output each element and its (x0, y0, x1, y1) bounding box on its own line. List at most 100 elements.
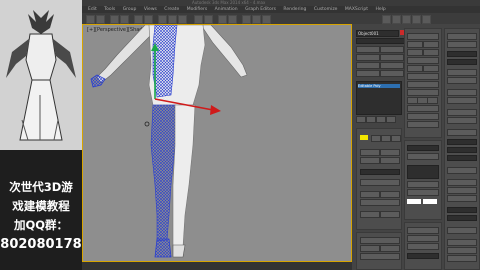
remove-modifier-icon[interactable] (386, 116, 396, 123)
character-mesh[interactable] (83, 25, 352, 262)
menu-item-views[interactable]: Views (144, 7, 157, 12)
paint-deform-button[interactable] (447, 179, 477, 186)
menu-item-graph-editors[interactable]: Graph Editors (245, 7, 276, 12)
hide-button[interactable] (447, 239, 477, 246)
push-value-field[interactable] (447, 207, 477, 213)
edge-mode-icon[interactable] (381, 135, 391, 142)
attach-geo-button[interactable] (407, 49, 423, 56)
method-button[interactable] (447, 129, 477, 136)
motion-tab-icon[interactable] (412, 15, 421, 24)
quickslice-button[interactable] (407, 65, 423, 72)
timeline-bar[interactable] (82, 262, 352, 270)
named-selections-button[interactable] (447, 255, 477, 262)
hide-selected-button[interactable] (407, 121, 439, 128)
display-tab-icon[interactable] (422, 15, 431, 24)
make-planar-geo-button[interactable] (407, 89, 439, 96)
modifier-button-7[interactable] (356, 70, 380, 77)
make-planar-button[interactable] (360, 253, 400, 260)
slice-button[interactable] (360, 211, 380, 218)
menu-item-customize[interactable]: Customize (314, 7, 338, 12)
slice-plane-button[interactable] (407, 57, 439, 64)
angle-snap-icon[interactable] (204, 15, 213, 24)
shrink-button[interactable] (380, 149, 400, 156)
menu-item-animation[interactable]: Animation (215, 7, 238, 12)
material-editor-icon[interactable] (242, 15, 251, 24)
smooth-result-button[interactable] (447, 41, 477, 48)
material-id-field[interactable] (407, 145, 439, 151)
clear-all-button[interactable] (407, 189, 439, 196)
displacement-button[interactable] (447, 109, 477, 116)
cancel-button[interactable] (447, 195, 477, 202)
create-button[interactable] (407, 41, 423, 48)
select-region-icon[interactable] (144, 15, 153, 24)
menu-item-modifiers[interactable]: Modifiers (187, 7, 208, 12)
modifier-button-4[interactable] (380, 54, 404, 61)
snap-icon[interactable] (194, 15, 203, 24)
tessellate-button[interactable] (407, 81, 439, 88)
brush-options-button[interactable] (447, 227, 477, 234)
edge-field[interactable] (447, 139, 477, 145)
modifier-button-2[interactable] (380, 46, 404, 53)
repeat-last-button[interactable] (407, 33, 439, 40)
view-align-button[interactable] (407, 105, 439, 112)
brush-size-field[interactable] (407, 253, 439, 259)
angle-field[interactable] (447, 155, 477, 161)
unhide-all-button[interactable] (447, 247, 477, 254)
revert-button[interactable] (407, 243, 439, 250)
unlink-icon[interactable] (120, 15, 129, 24)
smoothness-field[interactable] (447, 59, 477, 65)
z-align-button[interactable] (427, 97, 438, 104)
object-name-field[interactable]: Object001 (356, 30, 399, 37)
advanced-params-button[interactable] (447, 167, 477, 174)
redo-icon[interactable] (96, 15, 105, 24)
soft-selection-button[interactable] (360, 179, 400, 186)
relax-button[interactable] (407, 113, 439, 120)
detach-button[interactable] (380, 191, 400, 198)
commit-button[interactable] (447, 187, 477, 194)
render-setup-icon[interactable] (252, 15, 261, 24)
menu-item-rendering[interactable]: Rendering (283, 7, 306, 12)
modifier-stack-item[interactable]: Editable Poly (358, 84, 400, 88)
make-unique-icon[interactable] (376, 116, 386, 123)
grow-button[interactable] (360, 149, 380, 156)
align-icon[interactable] (228, 15, 237, 24)
link-icon[interactable] (110, 15, 119, 24)
auto-smooth-button[interactable] (407, 181, 439, 188)
collapse-button[interactable] (360, 199, 400, 206)
create-tab-icon[interactable] (382, 15, 391, 24)
modifier-button-1[interactable] (356, 46, 380, 53)
select-id-button[interactable] (407, 153, 439, 160)
undo-icon[interactable] (86, 15, 95, 24)
pin-stack-icon[interactable] (356, 116, 366, 123)
menu-item-create[interactable]: Create (164, 7, 179, 12)
modifier-list-dropdown[interactable] (356, 38, 408, 44)
iterations-field[interactable] (447, 51, 477, 57)
hierarchy-tab-icon[interactable] (402, 15, 411, 24)
cut-button[interactable] (380, 211, 400, 218)
distance-field[interactable] (447, 147, 477, 153)
menu-item-maxscript[interactable]: MAXScript (345, 7, 368, 12)
rotate-icon[interactable] (168, 15, 177, 24)
selection-color-swatch[interactable] (360, 135, 368, 140)
illumination-color-swatch[interactable] (423, 199, 437, 204)
modify-tab-icon[interactable] (392, 15, 401, 24)
attach-button[interactable] (360, 191, 380, 198)
vertex-color-swatch[interactable] (407, 199, 421, 204)
modifier-button-5[interactable] (356, 62, 380, 69)
polygon-mode-icon[interactable] (391, 135, 401, 142)
meshsmooth-button[interactable] (407, 73, 439, 80)
perspective-viewport[interactable]: [+][Perspective][Shaded] (82, 24, 352, 262)
smooth-button[interactable] (360, 245, 380, 252)
modifier-button-3[interactable] (356, 54, 380, 61)
vertex-mode-icon[interactable] (371, 135, 381, 142)
scale-icon[interactable] (178, 15, 187, 24)
cut-geo-button[interactable] (423, 65, 439, 72)
smoothing-groups-grid[interactable] (407, 165, 439, 179)
render-iterations-button[interactable] (447, 69, 477, 76)
show-end-result-icon[interactable] (366, 116, 376, 123)
modifier-button-6[interactable] (380, 62, 404, 69)
subdivide-button[interactable] (360, 237, 400, 244)
menu-item-edit[interactable]: Edit (88, 7, 97, 12)
mirror-icon[interactable] (218, 15, 227, 24)
modifier-button-8[interactable] (380, 70, 404, 77)
